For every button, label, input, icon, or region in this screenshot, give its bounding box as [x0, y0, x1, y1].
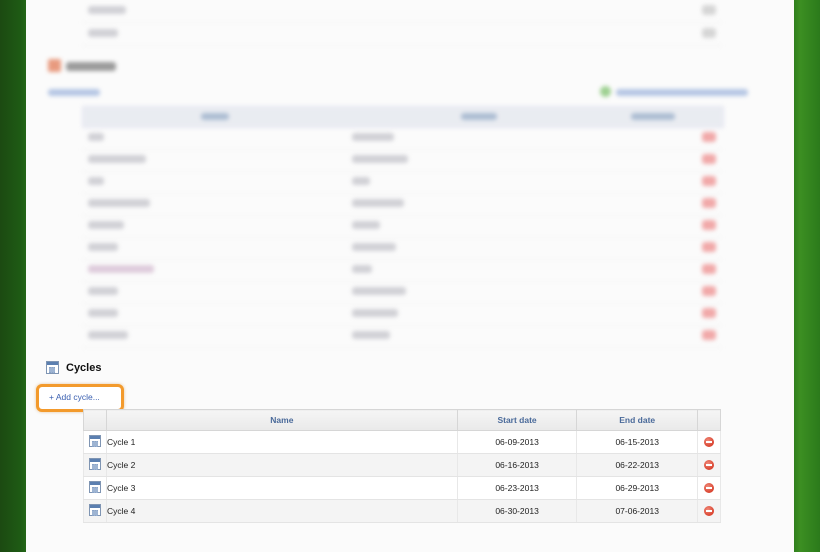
name-column-header[interactable]: Name — [105, 409, 458, 431]
actions-column-header — [697, 409, 721, 431]
cycle-start-date: 06-09-2013 — [456, 430, 578, 454]
blurred-section-icon — [48, 59, 61, 72]
blurred-row — [82, 237, 722, 260]
cycle-name[interactable]: Cycle 1 — [105, 430, 458, 454]
remove-icon[interactable] — [704, 437, 714, 448]
cycles-section-header: Cycles — [46, 361, 101, 374]
cycle-end-date: 07-06-2013 — [576, 499, 698, 523]
cycle-end-date: 06-15-2013 — [576, 430, 698, 454]
row-icon-cell — [83, 476, 107, 500]
calendar-icon — [88, 435, 101, 447]
table-row[interactable]: Cycle 1 06-09-2013 06-15-2013 — [83, 430, 721, 454]
cycle-start-date: 06-16-2013 — [456, 453, 578, 477]
cycle-end-date: 06-29-2013 — [576, 476, 698, 500]
cycle-start-date: 06-30-2013 — [456, 499, 578, 523]
page-content: Cycles + Add cycle... Name Start date En… — [26, 0, 794, 552]
calendar-icon — [88, 458, 101, 470]
row-icon-cell — [83, 453, 107, 477]
blurred-row — [82, 171, 722, 194]
row-icon-cell — [83, 499, 107, 523]
end-date-column-header[interactable]: End date — [576, 409, 698, 431]
blurred-link — [616, 89, 748, 96]
table-row[interactable]: Cycle 2 06-16-2013 06-22-2013 — [83, 453, 721, 477]
start-date-column-header[interactable]: Start date — [456, 409, 578, 431]
delete-cell — [697, 430, 721, 454]
calendar-icon — [88, 481, 101, 493]
cycle-start-date: 06-23-2013 — [456, 476, 578, 500]
blurred-row — [82, 303, 722, 326]
cycle-end-date: 06-22-2013 — [576, 453, 698, 477]
blurred-table-header — [82, 106, 724, 128]
add-cycle-link[interactable]: + Add cycle... — [49, 392, 100, 402]
blurred-link — [48, 89, 100, 96]
cycle-name[interactable]: Cycle 4 — [105, 499, 458, 523]
add-cycle-highlight: + Add cycle... — [36, 384, 124, 412]
remove-icon[interactable] — [704, 460, 714, 471]
delete-cell — [697, 476, 721, 500]
blurred-row — [82, 215, 722, 238]
table-row[interactable]: Cycle 4 06-30-2013 07-06-2013 — [83, 499, 721, 523]
calendar-icon — [88, 504, 101, 516]
cycle-name[interactable]: Cycle 3 — [105, 476, 458, 500]
blurred-row — [82, 193, 722, 216]
row-icon-cell — [83, 430, 107, 454]
blurred-background-content — [26, 0, 794, 352]
blurred-row — [82, 0, 722, 23]
icon-column-header — [83, 409, 107, 431]
blurred-row — [82, 281, 722, 304]
blurred-row — [82, 259, 722, 282]
remove-icon[interactable] — [704, 483, 714, 494]
blurred-row — [82, 325, 722, 348]
blurred-section-title — [66, 62, 116, 71]
blurred-row — [82, 149, 722, 172]
table-header-row: Name Start date End date — [83, 409, 721, 431]
table-row[interactable]: Cycle 3 06-23-2013 06-29-2013 — [83, 476, 721, 500]
remove-icon[interactable] — [704, 506, 714, 517]
cycles-section-title: Cycles — [66, 361, 102, 374]
blurred-add-icon — [600, 86, 611, 97]
cycle-name[interactable]: Cycle 2 — [105, 453, 458, 477]
calendar-icon — [46, 361, 59, 374]
delete-cell — [697, 453, 721, 477]
blurred-row — [82, 23, 722, 46]
blurred-row — [82, 127, 722, 150]
cycles-table: Name Start date End date Cycle 1 06-09-2… — [83, 409, 721, 523]
delete-cell — [697, 499, 721, 523]
